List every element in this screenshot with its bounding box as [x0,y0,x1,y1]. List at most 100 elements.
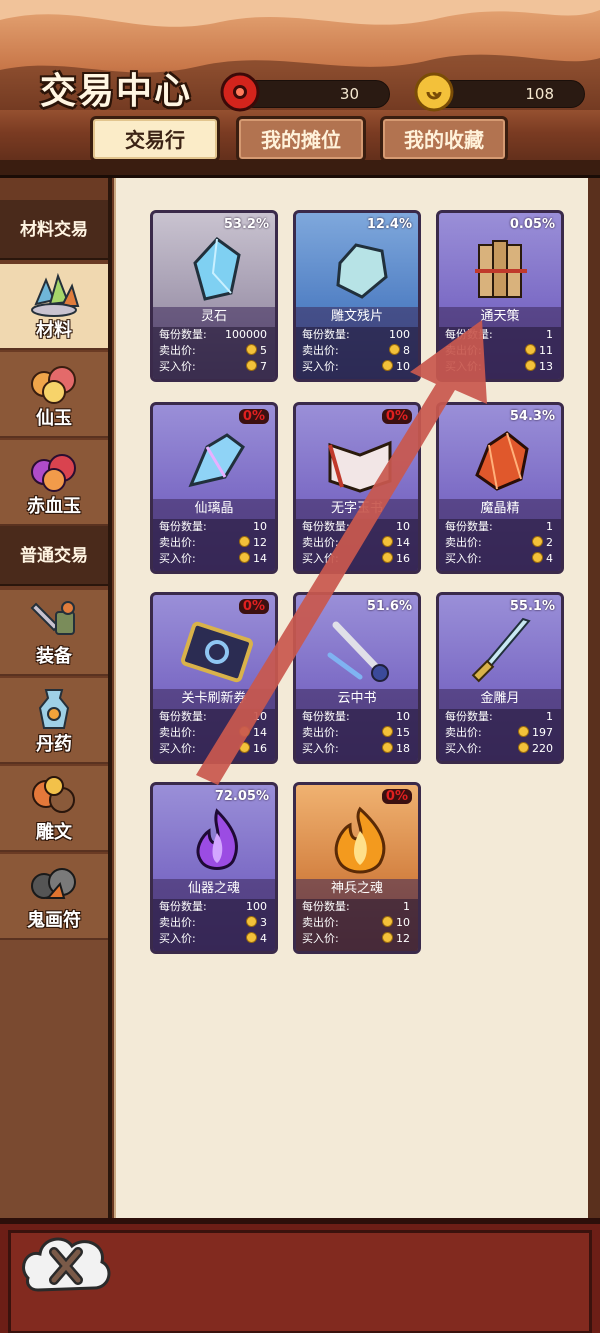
tab-market[interactable]: 交易行 [90,116,220,162]
sell-value: 10 [396,916,410,929]
sell-value: 197 [532,726,553,739]
qty-label: 每份数量: [302,900,350,913]
item-card[interactable]: 0% 仙璃晶 每份数量: 10 卖出价: 12 买入价: 14 [150,402,278,574]
coin-icon [382,916,393,927]
qty-label: 每份数量: [159,710,207,723]
coin-icon [246,344,257,355]
item-name: 仙器之魂 [153,879,275,899]
buy-label: 买入价: [302,552,339,565]
item-card[interactable]: 51.6% 云中书 每份数量: 10 卖出价: 15 买入价: 18 [293,592,421,764]
item-card[interactable]: 0% 无字玉书 每份数量: 10 卖出价: 14 买入价: 16 [293,402,421,574]
sell-value: 15 [396,726,410,739]
sidebar-item-talisman[interactable]: 鬼画符 [0,854,108,940]
qty-label: 每份数量: [445,520,493,533]
coin-icon [532,552,543,563]
rate-badge: 55.1% [509,599,555,614]
coin-icon [518,726,529,737]
item-card[interactable]: 55.1% 金雕月 每份数量: 1 卖出价: 197 买入价: 220 [436,592,564,764]
sell-label: 卖出价: [159,344,196,357]
buy-value: 16 [396,552,410,565]
coin-icon [518,742,529,753]
buy-label: 买入价: [159,360,196,373]
section-material-trade[interactable]: 材料交易 [0,200,108,260]
sell-price: 2 [532,535,553,551]
item-info: 每份数量: 100 卖出价: 8 买入价: 10 [296,327,418,379]
buy-row: 买入价: 4 [443,551,557,567]
qty-row: 每份数量: 10 [157,709,271,725]
sell-label: 卖出价: [445,536,482,549]
tab-my-stall[interactable]: 我的摊位 [236,116,366,162]
sidebar-item-pills[interactable]: 丹药 [0,678,108,764]
item-info: 每份数量: 1 卖出价: 197 买入价: 220 [439,709,561,761]
item-info: 每份数量: 10 卖出价: 12 买入价: 14 [153,519,275,571]
close-icon[interactable] [18,1228,114,1300]
item-card[interactable]: 0.05% 通天策 每份数量: 1 卖出价: 11 买入价: 13 [436,210,564,382]
sell-label: 卖出价: [302,916,339,929]
qty-row: 每份数量: 10 [300,709,414,725]
qty-label: 每份数量: [445,328,493,341]
sell-value: 14 [396,536,410,549]
jade-icon [31,366,76,404]
sidebar-item-materials[interactable]: 材料 [0,264,108,350]
gold-coin-icon [414,72,454,112]
sidebar-item-jade[interactable]: 仙玉 [0,352,108,438]
sell-price: 8 [389,343,410,359]
buy-value: 10 [396,360,410,373]
rate-badge: 0% [381,789,412,804]
item-card[interactable]: 12.4% 雕文残片 每份数量: 100 卖出价: 8 买入价: 10 [293,210,421,382]
item-card[interactable]: 0% 神兵之魂 每份数量: 1 卖出价: 10 买入价: 12 [293,782,421,954]
item-name: 通天策 [439,307,561,327]
qty-value: 10 [253,520,267,533]
sidebar-item-label: 丹药 [36,734,72,755]
item-card[interactable]: 0% 关卡刷新券 每份数量: 10 卖出价: 14 买入价: 16 [150,592,278,764]
crystal-icon [193,236,241,301]
buy-label: 买入价: [302,742,339,755]
buy-price: 4 [246,931,267,947]
item-card[interactable]: 72.05% 仙器之魂 每份数量: 100 卖出价: 3 买入价: 4 [150,782,278,954]
tab-my-favorites[interactable]: 我的收藏 [380,116,508,162]
buy-row: 买入价: 10 [300,359,414,375]
qty-label: 每份数量: [302,328,350,341]
sell-label: 卖出价: [302,536,339,549]
sell-price: 197 [518,725,553,741]
buy-price: 16 [239,741,267,757]
buy-label: 买入价: [445,360,482,373]
sell-label: 卖出价: [302,726,339,739]
qty-value: 10 [396,710,410,723]
sell-row: 卖出价: 5 [157,343,271,359]
spirit-stone-icon [220,72,260,112]
qty-row: 每份数量: 100 [300,327,414,343]
sell-price: 15 [382,725,410,741]
sidebar-item-glyph[interactable]: 雕文 [0,766,108,852]
qty-row: 每份数量: 100000 [157,327,271,343]
sidebar-item-blood-jade[interactable]: 赤血玉 [0,440,108,526]
talisman-icon [31,868,76,899]
item-name: 灵石 [153,307,275,327]
coin-icon [382,536,393,547]
buy-label: 买入价: [159,552,196,565]
sidebar-item-label: 鬼画符 [27,910,81,931]
sidebar-item-equipment[interactable]: 装备 [0,590,108,676]
sell-price: 14 [239,725,267,741]
sell-value: 5 [260,344,267,357]
gold-coin-value: 108 [525,85,554,103]
book-icon [328,440,392,493]
item-info: 每份数量: 10 卖出价: 14 买入价: 16 [296,519,418,571]
buy-value: 14 [253,552,267,565]
buy-value: 18 [396,742,410,755]
section-general-trade[interactable]: 普通交易 [0,526,108,586]
sell-label: 卖出价: [445,344,482,357]
rate-badge: 0.05% [509,217,555,232]
sell-row: 卖出价: 12 [157,535,271,551]
qty-label: 每份数量: [445,710,493,723]
sell-price: 11 [525,343,553,359]
item-card[interactable]: 53.2% 灵石 每份数量: 100000 卖出价: 5 买入价: 7 [150,210,278,382]
coin-icon [382,552,393,563]
buy-row: 买入价: 16 [300,551,414,567]
qty-label: 每份数量: [159,520,207,533]
materials-icon [31,272,80,317]
coin-icon [532,536,543,547]
qty-label: 每份数量: [159,328,207,341]
qty-row: 每份数量: 10 [300,519,414,535]
item-card[interactable]: 54.3% 魔晶精 每份数量: 1 卖出价: 2 买入价: 4 [436,402,564,574]
